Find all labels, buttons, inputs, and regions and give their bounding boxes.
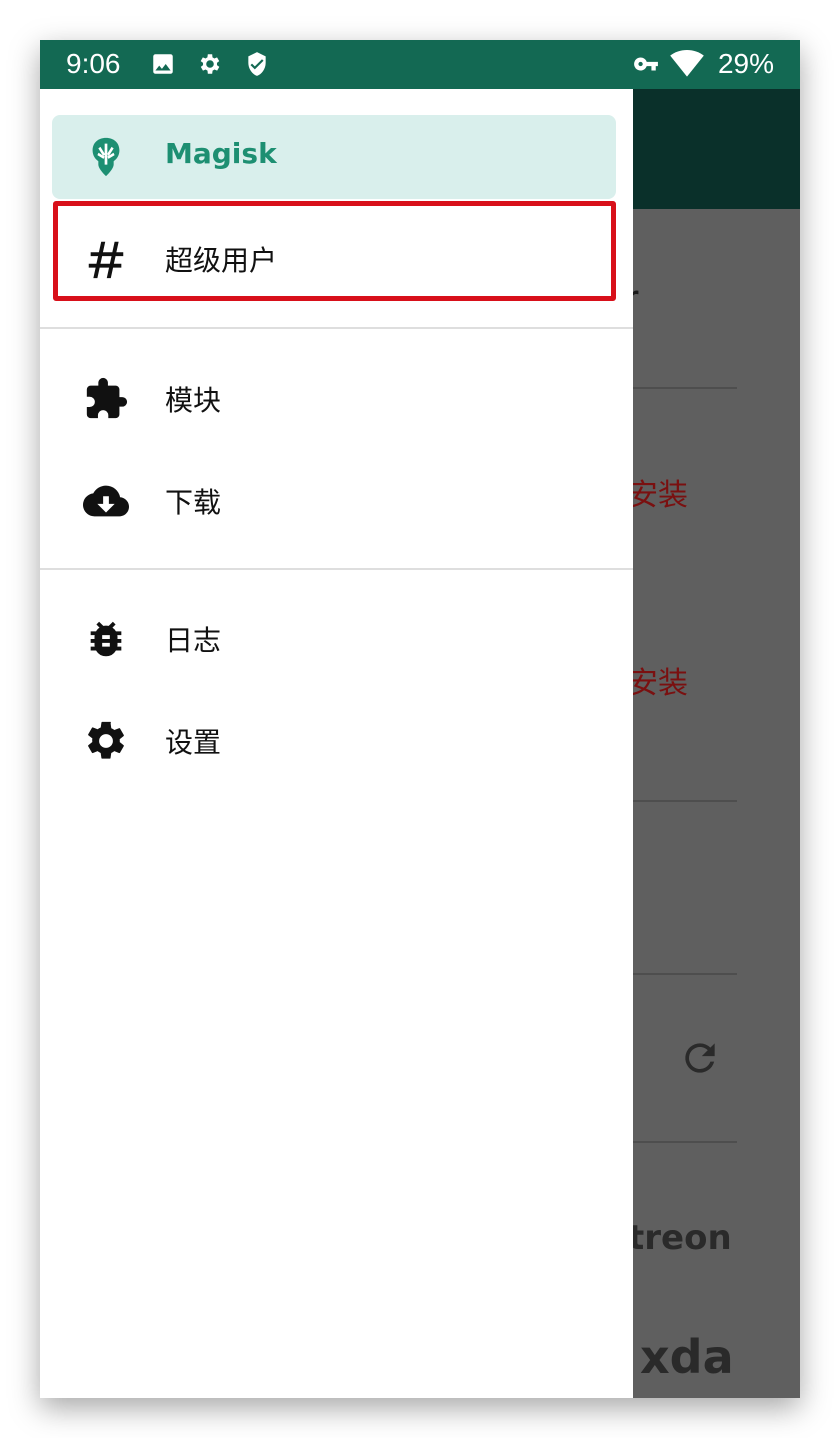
drawer-item-label: 设置 [165,726,222,759]
drawer-divider [40,327,633,329]
status-bar: 9:06 29% [40,40,800,89]
cloud-download-icon [83,485,129,517]
phone-screen: er 安装 安装 treon xda 9:06 29% [40,40,800,1398]
puzzle-icon [86,377,128,419]
refresh-icon [685,1043,715,1073]
background-xda-fragment: xda [640,1330,734,1384]
magisk-icon [92,137,120,177]
drawer-item-label: 模块 [165,384,222,417]
gear-icon [88,721,124,759]
bug-icon [90,621,122,657]
drawer-item-log[interactable]: 日志 [52,597,616,681]
vpn-key-icon [634,57,658,71]
drawer-item-label: Magisk [165,137,277,170]
drawer-item-settings[interactable]: 设置 [52,699,616,783]
drawer-item-magisk[interactable]: Magisk [52,115,616,199]
drawer-item-label: 日志 [165,624,222,657]
battery-percent: 29% [717,48,774,79]
image-icon [153,54,173,74]
drawer-item-label: 下载 [165,486,222,519]
background-install-label: 安装 [628,478,688,513]
shield-check-icon [248,52,266,76]
navigation-drawer: Magisk 超级用户 模块 下载 日志 设置 [40,89,633,1398]
highlight-box [53,201,616,301]
wifi-icon [670,50,704,77]
gear-icon [200,54,220,74]
drawer-divider [40,568,633,570]
background-install-label: 安装 [628,666,688,701]
status-time: 9:06 [66,48,121,79]
background-patreon-fragment: treon [628,1218,732,1258]
drawer-item-modules[interactable]: 模块 [52,357,616,441]
drawer-item-download[interactable]: 下载 [52,459,616,543]
